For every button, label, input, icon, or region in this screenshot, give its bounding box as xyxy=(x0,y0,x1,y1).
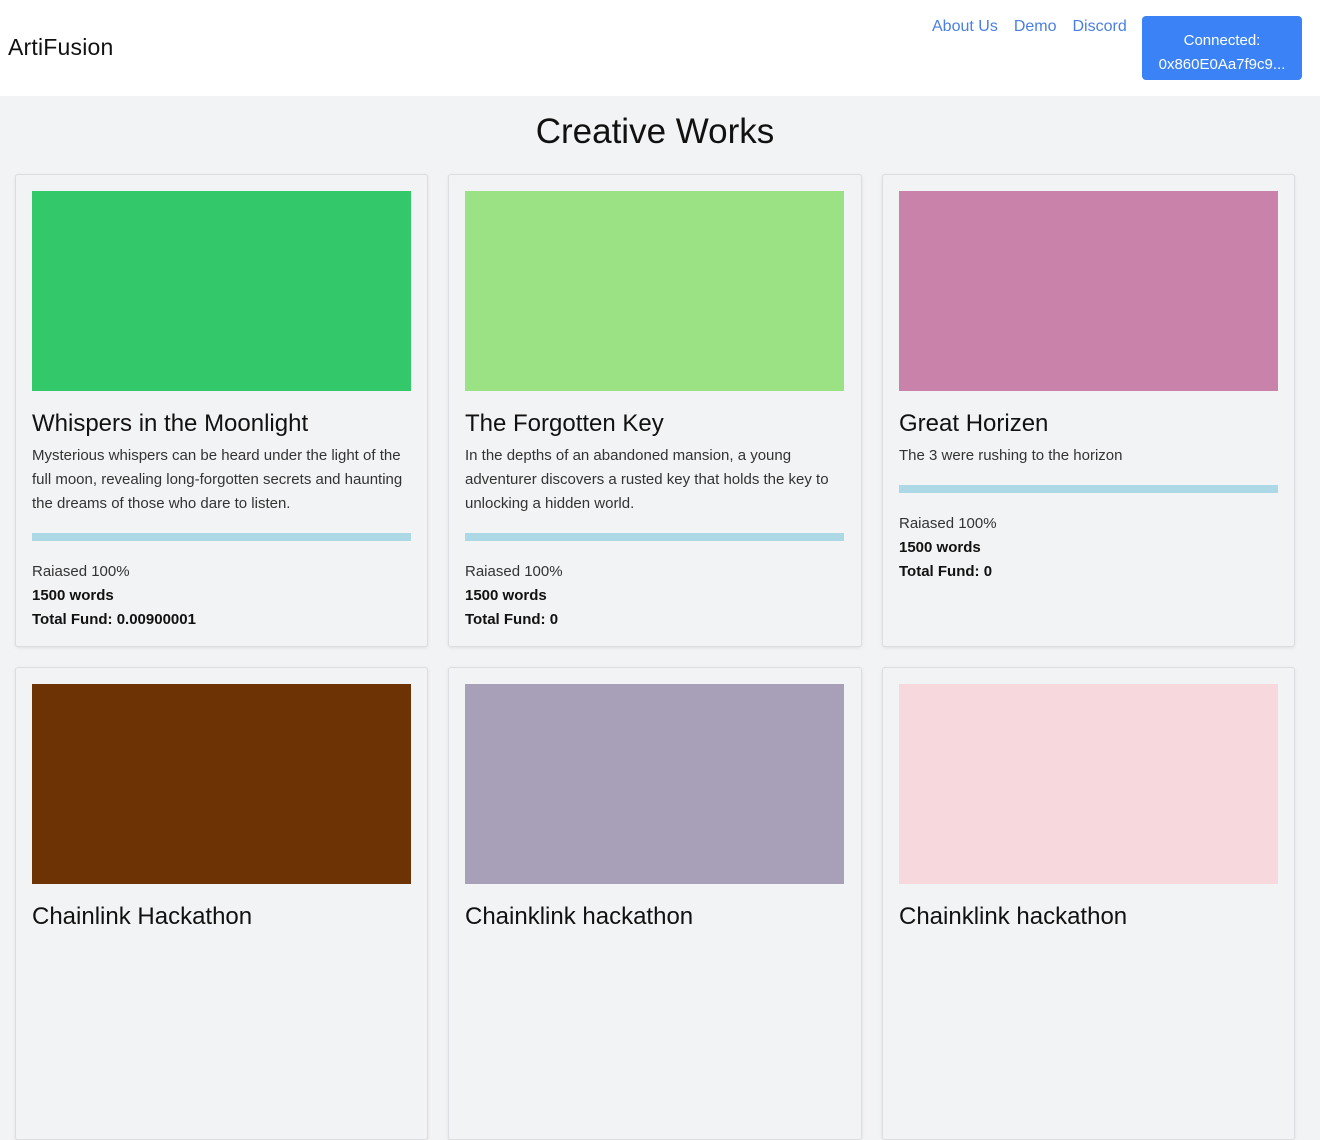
work-description: In the depths of an abandoned mansion, a… xyxy=(465,447,829,512)
work-title: The Forgotten Key xyxy=(465,410,664,437)
nav-link-about-us[interactable]: About Us xyxy=(932,18,998,36)
work-title: Chainlink Hackathon xyxy=(32,903,253,930)
work-cover-image xyxy=(899,684,1278,884)
work-card[interactable]: Chainlink Hackathon xyxy=(15,667,428,1140)
nav-link-demo[interactable]: Demo xyxy=(1014,18,1057,36)
navbar: ArtiFusion About Us Demo Discord Connect… xyxy=(0,0,1320,96)
word-count: 1500 words xyxy=(32,587,114,604)
work-card[interactable]: Chainklink hackathon xyxy=(882,667,1295,1140)
work-cover-image xyxy=(32,684,411,884)
work-title: Chainklink hackathon xyxy=(899,903,1128,930)
raised-percent: Raiased 100% xyxy=(32,563,130,580)
wallet-connected-button[interactable]: Connected: 0x860E0Aa7f9c9... xyxy=(1142,16,1302,80)
raised-percent: Raiased 100% xyxy=(899,515,997,532)
total-fund: Total Fund: 0 xyxy=(465,611,559,628)
work-cover-image xyxy=(899,191,1278,391)
raised-percent: Raiased 100% xyxy=(465,563,563,580)
word-count: 1500 words xyxy=(465,587,547,604)
funding-progress-bar xyxy=(32,533,411,541)
work-card[interactable]: Chainklink hackathon xyxy=(448,667,862,1140)
wallet-address: 0x860E0Aa7f9c9... xyxy=(1158,56,1286,73)
work-card[interactable]: Great Horizen The 3 were rushing to the … xyxy=(882,174,1295,647)
wallet-status-label: Connected: xyxy=(1183,32,1261,49)
work-cover-image xyxy=(465,191,844,391)
brand-logo[interactable]: ArtiFusion xyxy=(8,34,114,61)
nav-link-discord[interactable]: Discord xyxy=(1073,18,1127,36)
work-description: Mysterious whispers can be heard under t… xyxy=(32,447,403,512)
work-card[interactable]: Whispers in the Moonlight Mysterious whi… xyxy=(15,174,428,647)
total-fund: Total Fund: 0.00900001 xyxy=(32,611,196,628)
work-title: Whispers in the Moonlight xyxy=(32,410,309,437)
total-fund: Total Fund: 0 xyxy=(899,563,993,580)
work-title: Chainklink hackathon xyxy=(465,903,694,930)
work-card[interactable]: The Forgotten Key In the depths of an ab… xyxy=(448,174,862,647)
work-cover-image xyxy=(32,191,411,391)
page-title: Creative Works xyxy=(535,112,775,151)
funding-progress-bar xyxy=(899,485,1278,493)
work-title: Great Horizen xyxy=(899,410,1049,437)
work-description: The 3 were rushing to the horizon xyxy=(899,447,1123,464)
works-grid: Whispers in the Moonlight Mysterious whi… xyxy=(15,174,1295,1140)
word-count: 1500 words xyxy=(899,539,981,556)
nav-links: About Us Demo Discord xyxy=(932,18,1127,36)
work-cover-image xyxy=(465,684,844,884)
funding-progress-bar xyxy=(465,533,844,541)
